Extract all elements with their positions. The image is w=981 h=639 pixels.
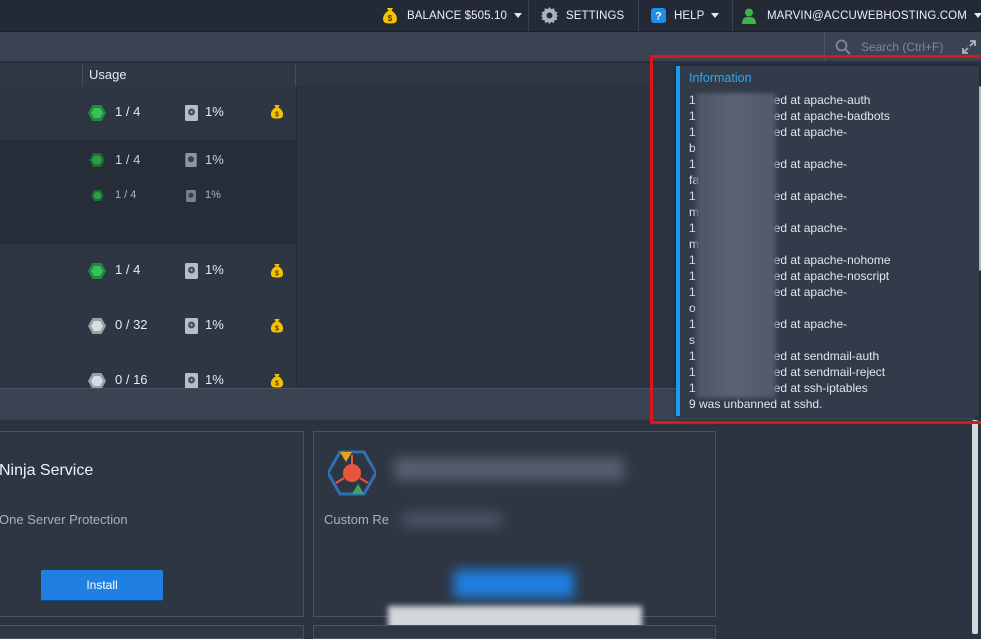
disk-icon: [185, 373, 198, 388]
cloudlet-usage: 0 / 32: [115, 317, 148, 332]
table-header: Usage: [0, 62, 650, 87]
disk-icon: [185, 105, 198, 121]
svg-text:$: $: [275, 325, 279, 332]
cloudlet-icon: [89, 153, 105, 167]
help-menu[interactable]: ? HELP: [651, 0, 720, 31]
cloudlet-usage: 1 / 4: [115, 189, 137, 201]
divider: [638, 0, 639, 31]
balance-label: BALANCE $505.10: [407, 9, 507, 22]
svg-text:$: $: [275, 111, 279, 118]
table-empty-area: [296, 86, 651, 388]
disk-icon: [186, 190, 196, 202]
disk-usage: 1%: [205, 152, 224, 167]
card-title: Ninja Service: [0, 462, 94, 479]
cloudlet-icon: [88, 263, 106, 279]
cloudlet-usage: 1 / 4: [115, 104, 141, 119]
usage-column-header[interactable]: Usage: [89, 67, 127, 82]
balance-menu[interactable]: $ BALANCE $505.10: [382, 0, 522, 31]
chevron-down-icon: [513, 13, 522, 18]
money-bag-icon: $: [383, 7, 397, 23]
cloudlet-usage: 0 / 16: [115, 372, 148, 387]
marketplace-card[interactable]: Custom Re: [313, 431, 716, 617]
user-menu[interactable]: MARVIN@ACCUWEBHOSTING.COM: [742, 0, 981, 31]
user-label: MARVIN@ACCUWEBHOSTING.COM: [767, 9, 967, 22]
svg-text:$: $: [275, 380, 279, 387]
table-row[interactable]: 0 / 16 1% $: [0, 354, 296, 388]
expand-icon[interactable]: [962, 40, 976, 54]
divider: [732, 0, 733, 31]
environment-table: 1 / 4 1% $ 1 / 4 1% 1 / 4 1% 1 / 4 1% $ …: [0, 86, 296, 388]
table-row[interactable]: 1 / 4 1% $: [0, 86, 296, 141]
redacted-button[interactable]: [454, 570, 574, 598]
redacted-title: [394, 458, 624, 480]
cloudlet-icon: [88, 318, 106, 334]
cloudlet-icon: [91, 190, 104, 201]
card-subtitle: One Server Protection: [0, 512, 128, 527]
cloudlet-usage: 1 / 4: [115, 152, 141, 167]
install-button[interactable]: Install: [41, 570, 163, 600]
search-placeholder: Search (Ctrl+F): [861, 39, 944, 54]
svg-text:$: $: [388, 14, 393, 23]
svg-text:$: $: [275, 270, 279, 277]
settings-label: SETTINGS: [566, 9, 625, 22]
marketplace-card[interactable]: [313, 625, 716, 639]
search-icon: [835, 39, 851, 55]
help-icon: ?: [651, 8, 666, 23]
svg-text:?: ?: [655, 11, 662, 23]
chevron-down-icon: [973, 13, 981, 18]
disk-usage: 1%: [205, 104, 224, 119]
disk-icon: [185, 153, 197, 167]
app-logo-icon: [328, 450, 376, 496]
money-bag-icon[interactable]: $: [270, 104, 284, 120]
disk-usage: 1%: [205, 372, 224, 387]
column-divider: [295, 63, 296, 86]
column-divider: [82, 63, 83, 86]
user-icon: [742, 8, 756, 24]
disk-icon: [185, 263, 198, 279]
gear-icon: [541, 7, 558, 24]
divider: [528, 0, 529, 31]
card-subtitle: Custom Re: [324, 512, 390, 527]
annotation-highlight-box: [650, 55, 981, 424]
top-bar: $ BALANCE $505.10 SETTINGS ? HELP MARVIN…: [0, 0, 981, 32]
disk-icon: [185, 318, 198, 334]
disk-usage: 1%: [205, 317, 224, 332]
table-row[interactable]: 1 / 4 1% $: [0, 244, 296, 300]
redacted-subtitle: [402, 512, 502, 527]
table-row[interactable]: 0 / 32 1% $: [0, 299, 296, 355]
scrollbar-thumb[interactable]: [972, 420, 978, 634]
help-label: HELP: [674, 9, 705, 22]
disk-usage: 1%: [205, 262, 224, 277]
cloudlet-usage: 1 / 4: [115, 262, 141, 277]
marketplace-card[interactable]: [0, 625, 304, 639]
table-row-group: 1 / 4 1% 1 / 4 1%: [0, 140, 296, 245]
settings-menu[interactable]: SETTINGS: [541, 0, 624, 31]
cloudlet-icon: [88, 373, 106, 388]
cloudlet-icon: [88, 105, 106, 121]
money-bag-icon[interactable]: $: [270, 263, 284, 279]
money-bag-icon[interactable]: $: [270, 373, 284, 388]
disk-usage: 1%: [205, 189, 221, 201]
money-bag-icon[interactable]: $: [270, 318, 284, 334]
chevron-down-icon: [711, 13, 720, 18]
